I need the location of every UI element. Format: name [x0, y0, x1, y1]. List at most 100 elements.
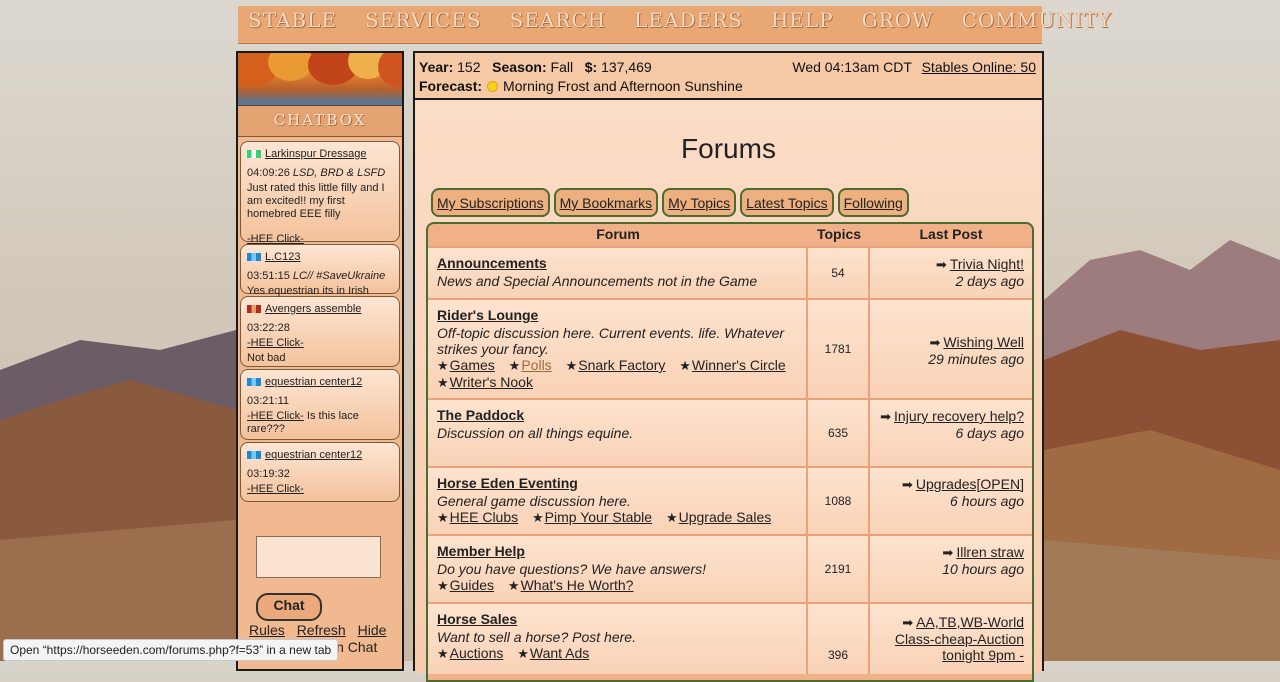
nav-leaders[interactable]: LEADERS	[634, 8, 743, 32]
subforum-link[interactable]: What's He Worth?	[521, 577, 634, 593]
forum-name-link[interactable]: Announcements	[437, 255, 547, 271]
last-post-time: 6 hours ago	[950, 493, 1024, 509]
subforum-link[interactable]: Games	[450, 357, 495, 373]
forum-cell: Member Help Do you have questions? We ha…	[428, 536, 808, 602]
refresh-link[interactable]: Refresh	[297, 622, 346, 638]
subforum-item: ★Want Ads	[517, 645, 589, 662]
subforum-link[interactable]: Want Ads	[530, 645, 589, 661]
chat-message-list[interactable]: Larkinspur Dressage 04:09:26 LSD, BRD & …	[238, 137, 402, 519]
autumn-trees-banner	[238, 53, 402, 106]
chat-time: 03:51:15	[247, 270, 290, 282]
arrow-right-icon: ➡	[902, 615, 914, 630]
arrow-right-icon: ➡	[942, 545, 954, 560]
chat-button[interactable]: Chat	[256, 593, 322, 621]
nav-search[interactable]: SEARCH	[510, 8, 607, 32]
arrow-right-icon: ➡	[901, 477, 913, 492]
forum-table: Forum Topics Last Post Announcements New…	[426, 222, 1034, 682]
subforum-link[interactable]: Guides	[450, 577, 494, 593]
nav-community[interactable]: COMMUNITY	[962, 8, 1112, 32]
last-post-link[interactable]: Trivia Night!	[950, 256, 1024, 272]
forecast-label: Forecast:	[419, 78, 483, 94]
hee-click-link[interactable]: -HEE Click-	[247, 233, 304, 245]
subforum-item: ★Upgrade Sales	[666, 509, 771, 526]
chat-message: equestrian center12 03:19:32 -HEE Click-	[240, 442, 400, 502]
forum-name-link[interactable]: Horse Eden Eventing	[437, 475, 578, 491]
chat-username[interactable]: L.C123	[265, 251, 300, 263]
subforum-link[interactable]: Pimp Your Stable	[545, 509, 652, 525]
subforum-link[interactable]: Upgrade Sales	[679, 509, 772, 525]
tab-latest-topics[interactable]: Latest Topics	[740, 188, 834, 217]
subforum-item: ★Games	[437, 357, 495, 374]
hide-link[interactable]: Hide	[358, 622, 387, 638]
chat-username[interactable]: Avengers assemble	[265, 303, 361, 315]
star-icon: ★	[507, 578, 520, 593]
game-info-bar: Year: 152 Season: Fall $: 137,469 Foreca…	[415, 53, 1042, 100]
chat-message: Avengers assemble 03:22:28 -HEE Click- N…	[240, 296, 400, 367]
nav-stable[interactable]: STABLE	[248, 8, 337, 32]
nav-grow[interactable]: GROW	[862, 8, 934, 32]
chat-username[interactable]: Larkinspur Dressage	[265, 148, 367, 160]
flag-icon	[247, 150, 261, 158]
subforum-item: ★Pimp Your Stable	[532, 509, 652, 526]
forum-description: Off-topic discussion here. Current event…	[437, 325, 785, 357]
tab-my-subscriptions[interactable]: My Subscriptions	[431, 188, 550, 217]
header-topics: Topics	[816, 226, 862, 242]
nav-services[interactable]: SERVICES	[365, 8, 482, 32]
subforum-link[interactable]: Auctions	[450, 645, 504, 661]
star-icon: ★	[517, 646, 529, 661]
forum-name-link[interactable]: Rider's Lounge	[437, 307, 538, 323]
forum-description: Do you have questions? We have answers!	[437, 561, 707, 577]
forum-name-link[interactable]: Member Help	[437, 543, 525, 559]
last-post-link[interactable]: Upgrades[OPEN]	[916, 476, 1024, 492]
last-post-link[interactable]: Injury recovery help?	[894, 408, 1024, 424]
flag-icon	[247, 305, 261, 313]
hee-click-link[interactable]: -HEE Click-	[247, 337, 304, 349]
subforum-link[interactable]: Winner's Circle	[692, 357, 786, 373]
main-panel: Year: 152 Season: Fall $: 137,469 Foreca…	[413, 51, 1044, 682]
stables-online-link[interactable]: Stables Online: 50	[922, 59, 1036, 75]
subforum-link[interactable]: Snark Factory	[578, 357, 665, 373]
chat-partial-text: in Chat	[333, 639, 378, 655]
subforum-link[interactable]: Polls	[521, 357, 551, 373]
last-post-link[interactable]: AA,TB,WB-World Class-cheap-Auction tonig…	[895, 614, 1024, 663]
last-post-cell: ➡ Upgrades[OPEN] 6 hours ago	[870, 468, 1032, 534]
forum-cell: Horse Sales Want to sell a horse? Post h…	[428, 604, 808, 674]
subforum-item: ★Snark Factory	[566, 357, 666, 374]
forum-name-link[interactable]: Horse Sales	[437, 611, 517, 627]
server-info: Wed 04:13am CDT Stables Online: 50	[792, 59, 1036, 75]
subforum-item: ★What's He Worth?	[508, 577, 634, 594]
last-post-cell: ➡ Trivia Night! 2 days ago	[870, 248, 1032, 298]
nav-help[interactable]: HELP	[771, 8, 834, 32]
subforum-link[interactable]: HEE Clubs	[450, 509, 518, 525]
chat-tag: LSD, BRD & LSFD	[292, 167, 386, 179]
hee-click-link[interactable]: -HEE Click-	[247, 483, 304, 495]
last-post-cell: ➡ AA,TB,WB-World Class-cheap-Auction toni…	[870, 604, 1032, 674]
topics-count: 635	[808, 400, 870, 466]
chat-username[interactable]: equestrian center12	[265, 449, 362, 461]
subforum-list: ★Games ★Polls ★Snark Factory ★Winner's C…	[437, 357, 798, 391]
hee-click-link[interactable]: -HEE Click-	[247, 410, 304, 422]
subforum-link[interactable]: Writer's Nook	[450, 374, 533, 390]
chat-username[interactable]: equestrian center12	[265, 376, 362, 388]
chatbox-title: CHATBOX	[238, 106, 402, 137]
tab-my-bookmarks[interactable]: My Bookmarks	[553, 188, 659, 217]
top-navigation: STABLE SERVICES SEARCH LEADERS HELP GROW…	[238, 6, 1111, 44]
last-post-link[interactable]: Illren straw	[956, 544, 1024, 560]
subforum-item: ★Writer's Nook	[437, 374, 533, 391]
chat-input[interactable]	[256, 536, 381, 578]
chat-text: Not bad	[247, 352, 286, 364]
forum-description: General game discussion here.	[437, 493, 631, 509]
topics-count: 2191	[808, 536, 870, 602]
forums-content: Forums My Subscriptions My Bookmarks My …	[415, 100, 1042, 682]
server-time: Wed 04:13am CDT	[792, 59, 912, 75]
last-post-time: 6 days ago	[955, 425, 1025, 441]
tab-my-topics[interactable]: My Topics	[662, 188, 737, 217]
tab-following[interactable]: Following	[837, 188, 909, 217]
forum-name-link[interactable]: The Paddock	[437, 407, 524, 423]
rules-link[interactable]: Rules	[249, 622, 285, 638]
arrow-right-icon: ➡	[880, 409, 892, 424]
money-value: 137,469	[601, 59, 652, 75]
last-post-time: 10 hours ago	[942, 561, 1024, 577]
browser-status-bar: Open “https://horseeden.com/forums.php?f…	[3, 639, 339, 661]
last-post-link[interactable]: Wishing Well	[943, 334, 1024, 350]
